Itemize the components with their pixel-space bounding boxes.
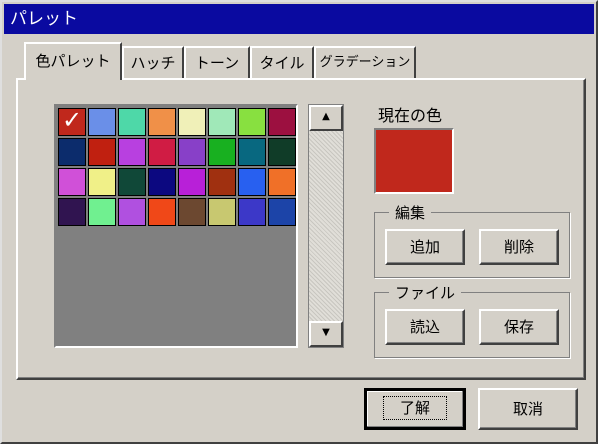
color-swatch[interactable]: [178, 108, 206, 136]
color-swatch[interactable]: [58, 198, 86, 226]
checkmark-icon: ✓: [62, 106, 83, 134]
color-swatch[interactable]: [238, 138, 266, 166]
color-swatch[interactable]: [88, 168, 116, 196]
color-swatch[interactable]: [148, 108, 176, 136]
tab-hatch[interactable]: ハッチ: [122, 46, 184, 80]
file-group-label: ファイル: [389, 282, 462, 303]
color-swatch[interactable]: ✓: [58, 106, 86, 136]
color-swatch[interactable]: [58, 138, 86, 166]
color-swatch[interactable]: [208, 108, 236, 136]
cancel-button[interactable]: 取消: [478, 388, 578, 430]
window-title: パレット: [4, 4, 594, 34]
color-swatch[interactable]: [268, 138, 296, 166]
tab-gradation[interactable]: グラデーション: [314, 46, 416, 80]
scroll-up-button[interactable]: ▲: [309, 105, 343, 131]
tab-color-palette[interactable]: 色パレット: [24, 42, 122, 80]
color-swatch[interactable]: [208, 198, 236, 226]
color-swatch[interactable]: [238, 108, 266, 136]
color-swatch[interactable]: [208, 168, 236, 196]
swatch-container: ✓: [58, 106, 298, 226]
current-color-swatch: [374, 128, 454, 194]
color-swatch[interactable]: [118, 138, 146, 166]
color-swatch[interactable]: [88, 198, 116, 226]
color-swatch[interactable]: [148, 168, 176, 196]
tab-panel: ✓ ▲ ▼ 現在の色 編集 追加 削除 ファイル 読込 保存: [16, 78, 586, 380]
current-color-label: 現在の色: [378, 106, 443, 125]
palette-dialog: パレット 色パレット ハッチ トーン タイル グラデーション ✓ ▲ ▼ 現在の…: [0, 0, 598, 444]
palette-scrollbar[interactable]: ▲ ▼: [308, 104, 344, 348]
color-swatch[interactable]: [118, 168, 146, 196]
color-swatch[interactable]: [88, 108, 116, 136]
ok-button[interactable]: 了解: [364, 388, 466, 430]
color-swatch[interactable]: [178, 198, 206, 226]
edit-group: 編集 追加 削除: [374, 202, 570, 278]
arrow-up-icon: ▲: [322, 111, 330, 122]
delete-button[interactable]: 削除: [479, 229, 559, 265]
edit-group-label: 編集: [389, 202, 432, 223]
color-swatch[interactable]: [208, 138, 236, 166]
color-swatch[interactable]: [88, 138, 116, 166]
color-swatch[interactable]: [178, 138, 206, 166]
color-swatch[interactable]: [238, 168, 266, 196]
color-swatch[interactable]: [148, 138, 176, 166]
color-swatch[interactable]: [178, 168, 206, 196]
color-swatch[interactable]: [148, 198, 176, 226]
color-swatch[interactable]: [58, 168, 86, 196]
load-button[interactable]: 読込: [385, 309, 465, 345]
color-swatch[interactable]: [238, 198, 266, 226]
tab-tone[interactable]: トーン: [184, 46, 250, 80]
add-button[interactable]: 追加: [385, 229, 465, 265]
arrow-down-icon: ▼: [322, 327, 330, 338]
color-grid: ✓: [54, 104, 298, 348]
scroll-down-button[interactable]: ▼: [309, 321, 343, 347]
ok-button-label: 了解: [382, 396, 447, 420]
color-swatch[interactable]: [268, 198, 296, 226]
file-group: ファイル 読込 保存: [374, 282, 570, 358]
color-swatch[interactable]: [118, 108, 146, 136]
save-button[interactable]: 保存: [479, 309, 559, 345]
tab-tile[interactable]: タイル: [250, 46, 314, 80]
color-swatch[interactable]: [118, 198, 146, 226]
color-swatch[interactable]: [268, 168, 296, 196]
color-swatch[interactable]: [268, 108, 296, 136]
